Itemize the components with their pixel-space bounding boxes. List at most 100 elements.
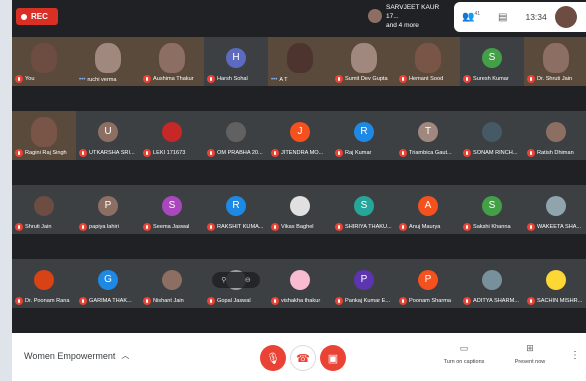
presenter-avatar: [368, 9, 382, 23]
participant-tile[interactable]: J JITENDRA MO...: [268, 111, 332, 160]
participant-initial-avatar: S: [482, 48, 502, 68]
participant-tile[interactable]: ⚲ ⊖ Gopal Jaswal: [204, 259, 268, 308]
participant-name: Harsh Sohal: [217, 76, 248, 82]
self-thumbnail[interactable]: [554, 6, 577, 28]
participant-tile[interactable]: Ragini Raj Singh: [12, 111, 76, 160]
participant-initial-avatar: H: [226, 48, 246, 68]
participant-tile[interactable]: Nishant Jain: [140, 259, 204, 308]
participant-tile[interactable]: S Seema Jaswal: [140, 185, 204, 234]
participant-tile[interactable]: R RAKSHIT KUMA...: [204, 185, 268, 234]
participant-label: Aushima Thakur: [143, 75, 202, 83]
presenter-indicator[interactable]: SARVJEET KAUR 17... and 4 more: [368, 4, 448, 29]
participant-tile[interactable]: Vikas Baghel: [268, 185, 332, 234]
participant-tile[interactable]: Sumit Dev Gupta: [332, 37, 396, 86]
participant-label: OM PRABHA 20...: [207, 149, 266, 157]
participant-tile[interactable]: Ppapiya lahiri: [76, 185, 140, 234]
participant-tile[interactable]: vishakha thakur: [268, 259, 332, 308]
participant-label: JITENDRA MO...: [271, 149, 330, 157]
mic-muted-icon: [207, 223, 215, 231]
participant-label: ••• ruchi verma: [79, 77, 138, 83]
participant-tile[interactable]: ••• ruchi verma: [76, 37, 140, 86]
participant-initial-avatar: A: [418, 196, 438, 216]
participant-tile[interactable]: G GARIMA THAK...: [76, 259, 140, 308]
mic-muted-icon: [79, 223, 87, 231]
mic-muted-icon: [527, 223, 535, 231]
participant-tile[interactable]: R Raj Kumar: [332, 111, 396, 160]
participant-tile[interactable]: Dr. Shruti Jain: [524, 37, 586, 86]
people-icon[interactable]: 👥41: [462, 11, 480, 22]
participant-tile[interactable]: Shruti Jain: [12, 185, 76, 234]
participant-tile[interactable]: SONAM RINCH...: [460, 111, 524, 160]
participant-photo: [482, 122, 502, 142]
present-label: Present now: [514, 359, 546, 365]
participant-name: WAKEETA SHA...: [537, 224, 582, 230]
participant-tile[interactable]: You: [12, 37, 76, 86]
captions-button[interactable]: ▭ Turn on captions: [434, 343, 494, 365]
participant-initial-avatar: P: [418, 270, 438, 290]
participant-tile[interactable]: Aushima Thakur: [140, 37, 204, 86]
remove-icon[interactable]: ⊖: [245, 276, 251, 284]
participant-tile[interactable]: U UTKARSHA SRI...: [76, 111, 140, 160]
participant-label: Triambica Gaut...: [399, 149, 458, 157]
mic-muted-icon: [271, 297, 279, 305]
participant-tile[interactable]: Ratish Dhiman: [524, 111, 586, 160]
mic-muted-icon: [399, 149, 407, 157]
participant-name: A T: [279, 77, 288, 83]
top-right-panel: 👥41 ▤ 13:34: [454, 2, 586, 32]
participant-tile[interactable]: P Pankaj Kumar E...: [332, 259, 396, 308]
participant-tile[interactable]: LEKI 171673: [140, 111, 204, 160]
participant-tile[interactable]: H Harsh Sohal: [204, 37, 268, 86]
chat-icon[interactable]: ▤: [498, 12, 507, 23]
mic-muted-icon: [15, 149, 23, 157]
participant-label: Pankaj Kumar E...: [335, 297, 394, 305]
participant-tile[interactable]: P Poonam Sharma: [396, 259, 460, 308]
participant-label: Anuj Maurya: [399, 223, 458, 231]
chevron-up-icon: ︿: [121, 351, 130, 360]
bottom-bar: Women Empowerment ︿ 🎙 ☎ ▣ ▭ Turn on capt…: [12, 333, 586, 381]
participant-tile[interactable]: SACHIN MISHR...: [524, 259, 586, 308]
more-options-icon[interactable]: ⋮: [570, 350, 580, 361]
record-dot-icon: [21, 13, 27, 20]
participant-tile[interactable]: S Suresh Kumar: [460, 37, 524, 86]
mic-muted-icon: [143, 75, 151, 83]
participant-photo: [482, 270, 502, 290]
participant-tile[interactable]: ADITYA SHARM...: [460, 259, 524, 308]
camera-off-button[interactable]: ▣: [320, 345, 346, 371]
mic-off-button[interactable]: 🎙: [260, 345, 286, 371]
participant-label: LEKI 171673: [143, 149, 202, 157]
leave-call-button[interactable]: ☎: [290, 345, 316, 371]
participant-tile[interactable]: T Triambica Gaut...: [396, 111, 460, 160]
participant-tile[interactable]: A Anuj Maurya: [396, 185, 460, 234]
mic-muted-icon: [271, 223, 279, 231]
pin-icon[interactable]: ⚲: [221, 276, 226, 284]
meeting-details[interactable]: Women Empowerment ︿: [24, 350, 129, 361]
participant-tile[interactable]: OM PRABHA 20...: [204, 111, 268, 160]
tile-hover-controls[interactable]: ⚲ ⊖: [212, 272, 260, 288]
participant-label: Sumit Dev Gupta: [335, 75, 394, 83]
participant-tile[interactable]: Dr. Poonam Rana: [12, 259, 76, 308]
participant-tile[interactable]: ••• A T: [268, 37, 332, 86]
participant-tile[interactable]: S Sakshi Khanna: [460, 185, 524, 234]
participant-name: Shruti Jain: [25, 224, 52, 230]
mic-muted-icon: [207, 75, 215, 83]
participant-name: Anuj Maurya: [409, 224, 441, 230]
participant-name: Pankaj Kumar E...: [345, 298, 391, 304]
participant-initial-avatar: S: [162, 196, 182, 216]
participant-tile[interactable]: S SHIRIYA THAKU...: [332, 185, 396, 234]
participant-tile[interactable]: Hemant Sood: [396, 37, 460, 86]
participant-label: Ratish Dhiman: [527, 149, 586, 157]
mic-muted-icon: [335, 297, 343, 305]
participant-label: SACHIN MISHR...: [527, 297, 586, 305]
participant-name: Gopal Jaswal: [217, 298, 251, 304]
mic-muted-icon: [271, 149, 279, 157]
participant-name: SONAM RINCH...: [473, 150, 518, 156]
mic-muted-icon: [463, 223, 471, 231]
mic-muted-icon: [399, 297, 407, 305]
participant-initial-avatar: T: [418, 122, 438, 142]
participant-name: Hemant Sood: [409, 76, 444, 82]
participant-tile[interactable]: WAKEETA SHA...: [524, 185, 586, 234]
present-now-button[interactable]: ⊞ Present now: [500, 343, 560, 365]
participant-label: Suresh Kumar: [463, 75, 522, 83]
mic-off-icon: 🎙: [266, 352, 280, 365]
mic-muted-icon: [207, 297, 215, 305]
